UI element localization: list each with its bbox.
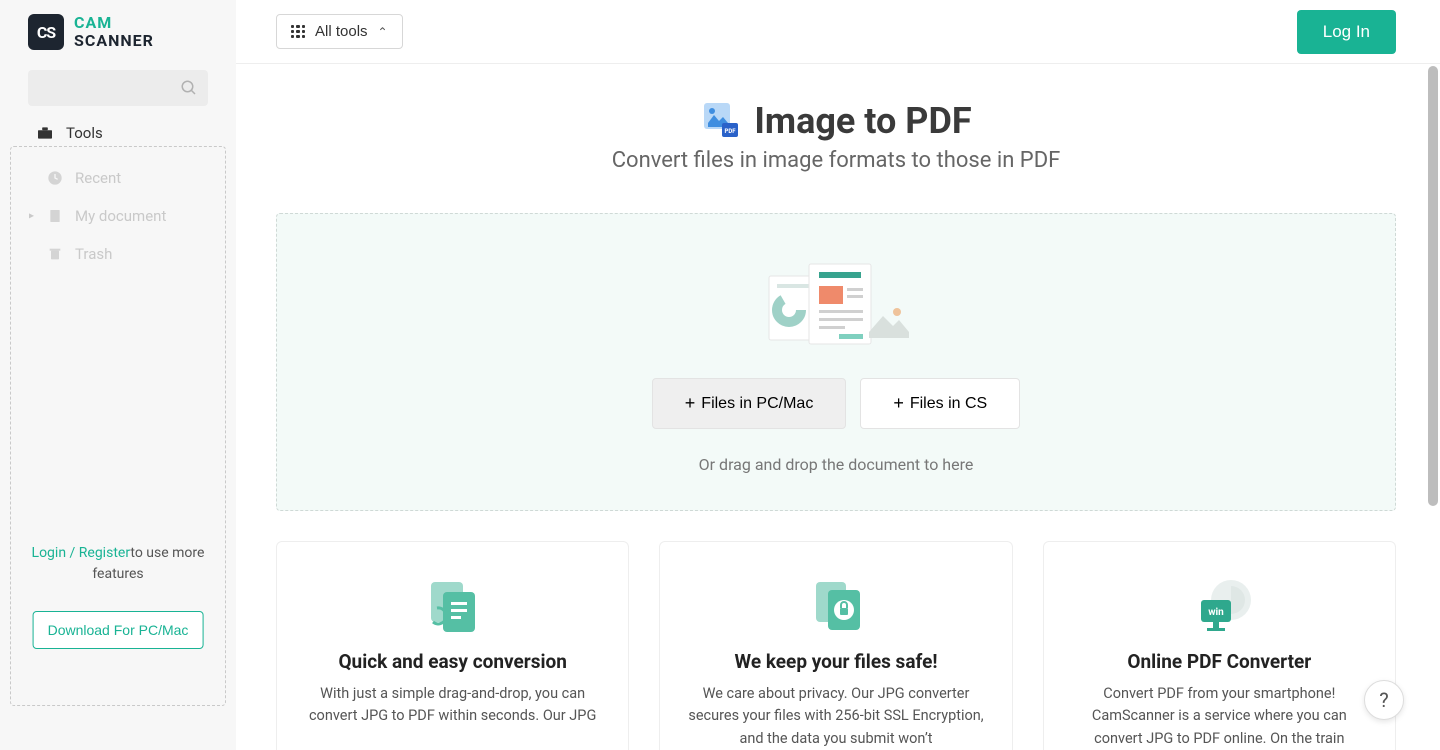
sidebar-item-label: Tools	[66, 124, 103, 142]
sidebar: CS CAM SCANNER Tools Recent ▸ My documen…	[0, 0, 236, 750]
file-source-label: Files in CS	[910, 395, 987, 413]
file-source-buttons: + Files in PC/Mac + Files in CS	[652, 378, 1020, 429]
feature-card-quick: Quick and easy conversion With just a si…	[276, 541, 629, 750]
quick-conversion-icon	[303, 574, 602, 638]
login-button[interactable]: Log In	[1297, 10, 1396, 54]
document-icon	[47, 208, 63, 224]
files-in-pc-button[interactable]: + Files in PC/Mac	[652, 378, 847, 429]
feature-body: With just a simple drag-and-drop, you ca…	[303, 683, 602, 728]
feature-title: Quick and easy conversion	[303, 650, 602, 673]
sidebar-item-label: Trash	[75, 245, 112, 263]
drag-hint: Or drag and drop the document to here	[699, 455, 974, 474]
features-row: Quick and easy conversion With just a si…	[276, 541, 1396, 750]
upload-dropzone[interactable]: + Files in PC/Mac + Files in CS Or drag …	[276, 213, 1396, 511]
image-to-pdf-icon: PDF	[700, 101, 740, 141]
svg-text:PDF: PDF	[725, 128, 737, 135]
sidebar-item-tools[interactable]: Tools	[0, 124, 236, 146]
svg-text:win: win	[1209, 607, 1225, 618]
files-in-cs-button[interactable]: + Files in CS	[860, 378, 1020, 429]
chevron-up-icon: ⌃	[378, 25, 388, 39]
feature-body: Convert PDF from your smartphone! CamSca…	[1070, 683, 1369, 750]
topbar: All tools ⌃ Log In	[236, 0, 1440, 64]
chevron-right-icon: ▸	[29, 211, 34, 222]
brand-mark: CS	[28, 14, 64, 50]
documents-illustration	[761, 258, 911, 358]
sidebar-item-trash[interactable]: Trash	[11, 235, 225, 273]
search-icon	[180, 79, 198, 97]
download-pc-mac-button[interactable]: Download For PC/Mac	[33, 611, 204, 649]
secure-files-icon	[686, 574, 985, 638]
sidebar-item-recent[interactable]: Recent	[11, 159, 225, 197]
sidebar-dashed-region: Recent ▸ My document Trash Login / Regis…	[10, 146, 226, 706]
briefcase-icon	[36, 126, 54, 140]
login-register-link[interactable]: Login / Register	[32, 545, 131, 561]
page-subtitle: Convert files in image formats to those …	[276, 148, 1396, 173]
feature-body: We care about privacy. Our JPG converter…	[686, 683, 985, 750]
sidebar-item-label: My document	[75, 207, 166, 225]
feature-card-safe: We keep your files safe! We care about p…	[659, 541, 1012, 750]
content-scroll[interactable]: PDF Image to PDF Convert files in image …	[236, 64, 1440, 750]
all-tools-button[interactable]: All tools ⌃	[276, 14, 403, 49]
file-source-label: Files in PC/Mac	[701, 395, 813, 413]
sidebar-item-label: Recent	[75, 169, 121, 187]
register-prompt: Login / Registerto use more features	[11, 543, 225, 585]
hero-title-row: PDF Image to PDF	[276, 100, 1396, 142]
scrollbar[interactable]	[1428, 66, 1438, 506]
online-converter-icon: win	[1070, 574, 1369, 638]
feature-title: We keep your files safe!	[686, 650, 985, 673]
plus-icon: +	[893, 393, 904, 414]
page-title: Image to PDF	[754, 100, 971, 142]
brand-logo[interactable]: CS CAM SCANNER	[0, 0, 236, 60]
clock-icon	[47, 170, 63, 186]
grid-icon	[291, 25, 305, 39]
feature-title: Online PDF Converter	[1070, 650, 1369, 673]
sidebar-item-my-document[interactable]: ▸ My document	[11, 197, 225, 235]
main-region: All tools ⌃ Log In PDF Image to PDF Conv…	[236, 0, 1440, 750]
help-button[interactable]: ?	[1364, 680, 1404, 720]
search-input[interactable]	[28, 70, 208, 106]
brand-text: CAM SCANNER	[74, 15, 154, 49]
all-tools-label: All tools	[315, 23, 368, 40]
feature-card-online: win Online PDF Converter Convert PDF fro…	[1043, 541, 1396, 750]
plus-icon: +	[685, 393, 696, 414]
trash-icon	[47, 246, 63, 262]
